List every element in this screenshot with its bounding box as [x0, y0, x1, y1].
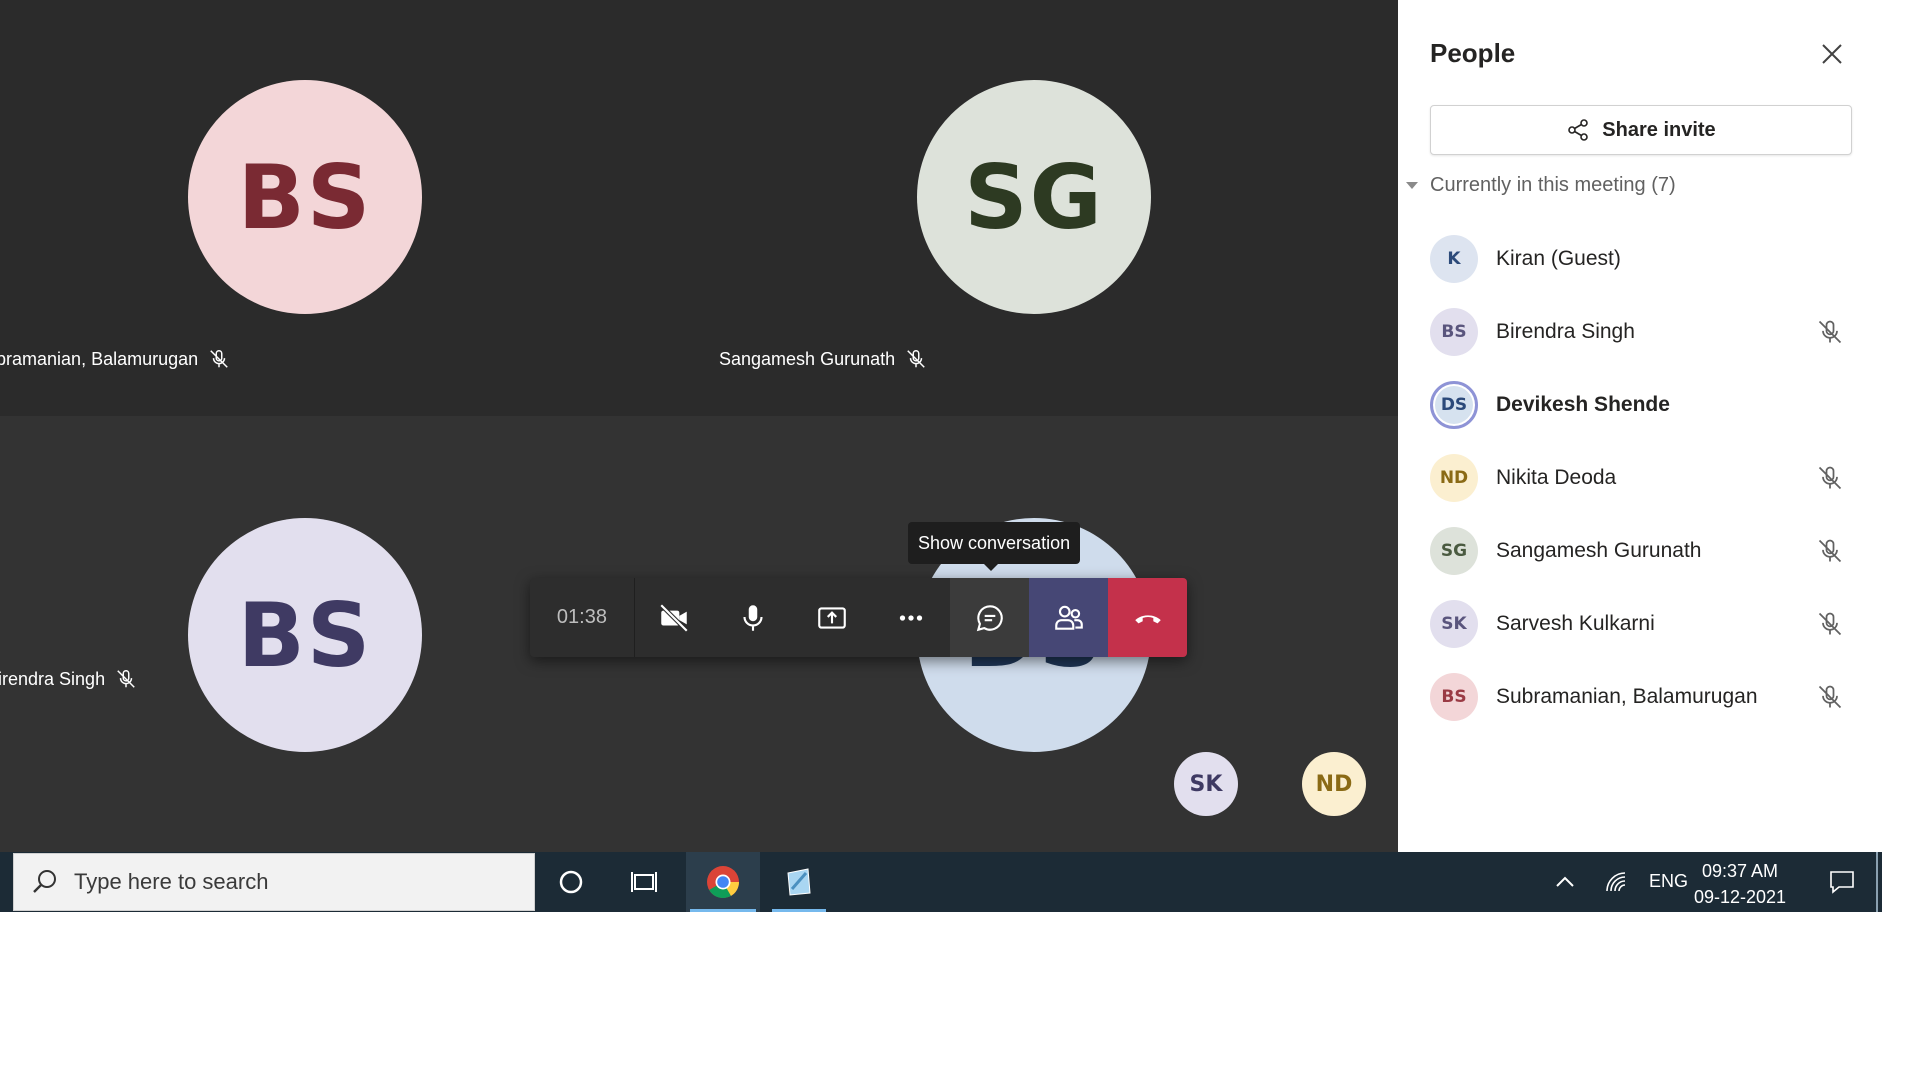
mic-muted-icon	[1818, 612, 1842, 635]
avatar: K	[1430, 234, 1478, 283]
more-options-button[interactable]	[871, 578, 950, 657]
mic-muted-icon	[1818, 466, 1842, 489]
meeting-stage: BS Subramanian, Balamurugan SG Sangamesh…	[0, 0, 1398, 852]
share-invite-label: Share invite	[1602, 118, 1716, 141]
chevron-down-icon	[1406, 182, 1418, 189]
participant-row[interactable]: BS Subramanian, Balamurugan	[1398, 660, 1886, 733]
participant-name-label: Subramanian, Balamurugan	[0, 348, 230, 370]
mic-muted-icon	[1818, 539, 1842, 562]
call-controls-toolbar: 01:38	[530, 578, 1187, 657]
close-panel-button[interactable]	[1816, 38, 1848, 70]
task-view-button[interactable]	[620, 852, 670, 912]
people-icon	[1054, 605, 1083, 630]
participant-name: Devikesh Shende	[1496, 392, 1670, 416]
chrome-icon	[707, 866, 740, 899]
participant-name: Sarvesh Kulkarni	[1496, 611, 1655, 635]
participant-name: Sangamesh Gurunath	[719, 348, 896, 369]
share-screen-icon	[818, 606, 846, 629]
cortana-button[interactable]	[548, 852, 594, 912]
avatar: BS	[1430, 307, 1478, 356]
tooltip: Show conversation	[908, 522, 1081, 571]
camera-toggle-button[interactable]	[635, 578, 714, 657]
app-icon	[787, 868, 811, 896]
participant-name-label: Sangamesh Gurunath	[719, 348, 927, 370]
participant-name: Kiran (Guest)	[1496, 246, 1621, 270]
video-tile-subramanian[interactable]: BS Subramanian, Balamurugan	[0, 0, 669, 416]
show-desktop-divider[interactable]	[1876, 852, 1878, 912]
chrome-taskbar-button[interactable]	[686, 852, 760, 912]
mic-muted-icon	[1818, 685, 1842, 708]
participant-row[interactable]: ND Nikita Deoda	[1398, 441, 1886, 514]
action-center-button[interactable]	[1820, 852, 1864, 912]
task-view-icon	[631, 872, 657, 892]
call-timer: 01:38	[530, 578, 635, 657]
wifi-icon	[1606, 872, 1626, 892]
hang-up-button[interactable]	[1108, 578, 1187, 657]
participant-name: Subramanian, Balamurugan	[0, 348, 199, 369]
avatar: SG	[917, 80, 1151, 314]
notification-icon	[1830, 871, 1854, 894]
search-icon	[33, 870, 56, 893]
panel-title: People	[1430, 38, 1516, 68]
hang-up-icon	[1134, 614, 1161, 623]
system-clock[interactable]: 09:37 AM 09-12-2021	[1680, 858, 1800, 910]
avatar: SK	[1430, 599, 1478, 648]
meeting-section-toggle[interactable]: Currently in this meeting (7)	[1406, 174, 1676, 197]
show-participants-button[interactable]	[1029, 578, 1109, 657]
taskbar-search-box[interactable]: Type here to search	[13, 853, 535, 911]
participant-row[interactable]: SG Sangamesh Gurunath	[1398, 514, 1886, 587]
participant-name: Birendra Singh	[0, 668, 106, 689]
section-label: Currently in this meeting (7)	[1430, 174, 1676, 196]
microphone-icon	[743, 604, 763, 631]
avatar: DS	[1430, 380, 1478, 429]
participant-name: Sangamesh Gurunath	[1496, 538, 1702, 562]
clock-date: 09-12-2021	[1693, 887, 1787, 907]
participant-name-label: Birendra Singh	[0, 668, 137, 690]
windows-taskbar: Type here to search ENG 09:37 AM 09-12-2…	[0, 852, 1882, 912]
paint-app-taskbar-button[interactable]	[768, 852, 830, 912]
participant-name: Subramanian, Balamurugan	[1496, 684, 1758, 708]
mic-muted-icon	[907, 350, 925, 368]
share-icon	[1568, 119, 1589, 141]
avatar: BS	[188, 518, 422, 752]
overflow-avatar[interactable]: ND	[1302, 752, 1366, 816]
clock-time: 09:37 AM	[1701, 861, 1779, 881]
participant-list: K Kiran (Guest) BS Birendra Singh DS Dev…	[1398, 222, 1886, 733]
show-conversation-button[interactable]	[950, 578, 1030, 657]
participant-row[interactable]: DS Devikesh Shende	[1398, 368, 1886, 441]
microphone-button[interactable]	[714, 578, 793, 657]
show-hidden-icons-button[interactable]	[1548, 852, 1582, 912]
avatar: ND	[1430, 453, 1478, 502]
participant-row[interactable]: K Kiran (Guest)	[1398, 222, 1886, 295]
avatar: BS	[1430, 672, 1478, 721]
active-indicator	[690, 909, 756, 912]
overflow-avatar[interactable]: SK	[1174, 752, 1238, 816]
chat-icon	[976, 604, 1003, 631]
mic-muted-icon	[1818, 320, 1842, 343]
people-panel: People Share invite Currently in this me…	[1398, 0, 1886, 852]
chevron-up-icon	[1556, 876, 1574, 887]
cortana-icon	[559, 870, 583, 894]
camera-off-icon	[660, 603, 689, 632]
search-placeholder: Type here to search	[74, 869, 269, 894]
video-tile-sangamesh[interactable]: SG Sangamesh Gurunath	[669, 0, 1398, 416]
avatar: SG	[1430, 526, 1478, 575]
more-options-icon	[899, 614, 923, 621]
participant-name: Nikita Deoda	[1496, 465, 1617, 489]
avatar: BS	[188, 80, 422, 314]
close-icon	[1822, 44, 1842, 64]
participant-row[interactable]: SK Sarvesh Kulkarni	[1398, 587, 1886, 660]
share-screen-button[interactable]	[793, 578, 872, 657]
mic-muted-icon	[210, 350, 228, 368]
share-invite-button[interactable]: Share invite	[1430, 105, 1852, 155]
participant-name: Birendra Singh	[1496, 319, 1635, 343]
mic-muted-icon	[117, 670, 135, 688]
network-button[interactable]	[1600, 852, 1634, 912]
participant-row[interactable]: BS Birendra Singh	[1398, 295, 1886, 368]
active-indicator	[772, 909, 826, 912]
